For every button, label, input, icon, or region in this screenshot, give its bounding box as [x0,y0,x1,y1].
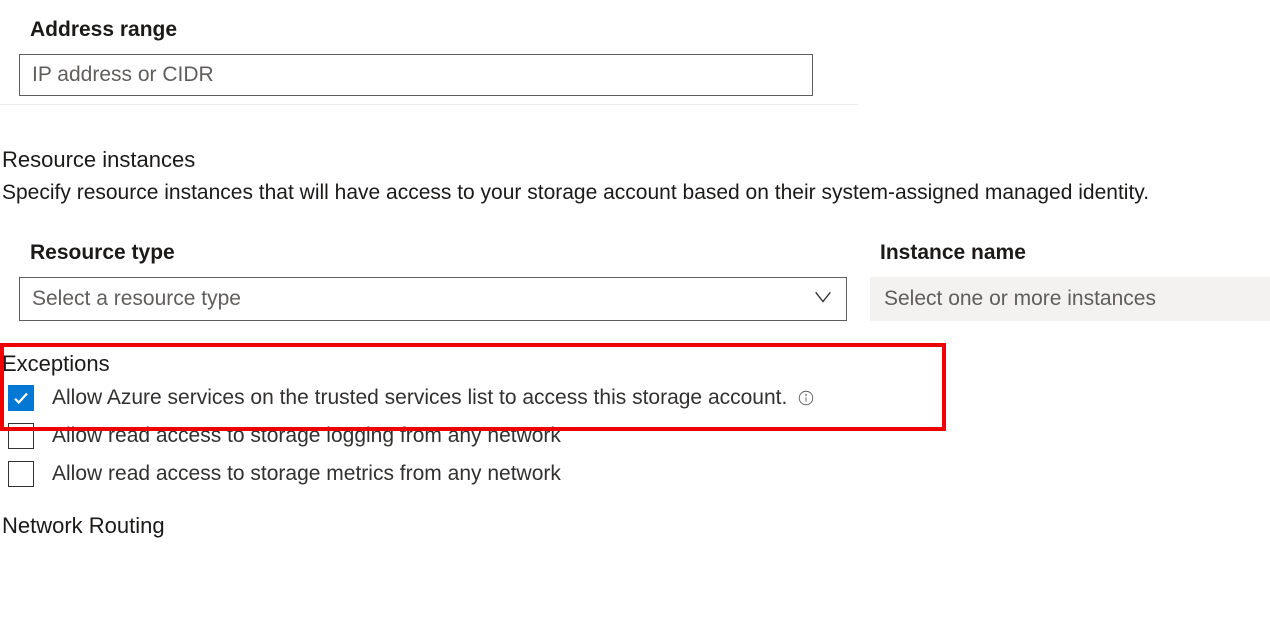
network-routing-heading: Network Routing [0,513,1270,539]
exception-label-text: Allow read access to storage logging fro… [52,424,561,448]
chevron-down-icon [812,285,834,313]
instance-name-placeholder: Select one or more instances [884,287,1156,311]
resource-type-select[interactable]: Select a resource type [19,277,847,321]
exception-option-logging[interactable]: Allow read access to storage logging fro… [2,423,1270,449]
checkbox-unchecked[interactable] [8,461,34,487]
exception-option-metrics[interactable]: Allow read access to storage metrics fro… [2,461,1270,487]
resource-instances-description: Specify resource instances that will hav… [0,181,1270,205]
exception-option-trusted-services[interactable]: Allow Azure services on the trusted serv… [2,385,1270,411]
checkbox-checked[interactable] [8,385,34,411]
exception-label: Allow Azure services on the trusted serv… [52,386,815,410]
info-icon[interactable] [797,389,815,407]
address-range-input[interactable] [19,54,813,96]
divider [0,104,858,105]
resource-instances-heading: Resource instances [0,147,1270,173]
address-range-label: Address range [0,18,1270,50]
exception-label: Allow read access to storage metrics fro… [52,462,561,486]
resource-type-label: Resource type [0,241,850,265]
exception-label: Allow read access to storage logging fro… [52,424,561,448]
exceptions-heading: Exceptions [2,351,1270,377]
exception-label-text: Allow read access to storage metrics fro… [52,462,561,486]
instance-name-label: Instance name [870,241,1270,265]
resource-type-placeholder: Select a resource type [32,287,241,311]
checkbox-unchecked[interactable] [8,423,34,449]
instance-name-select: Select one or more instances [870,277,1270,321]
exception-label-text: Allow Azure services on the trusted serv… [52,386,787,410]
